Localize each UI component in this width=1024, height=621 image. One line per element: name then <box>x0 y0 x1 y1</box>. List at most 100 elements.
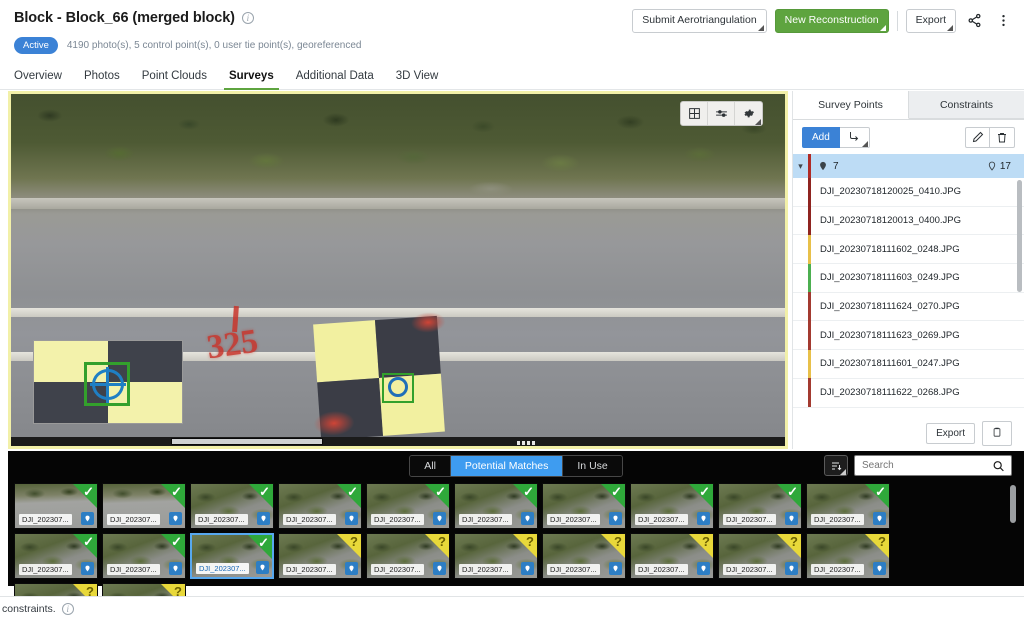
thumbnail-item[interactable]: ? DJI_202307... <box>278 533 362 579</box>
export-button[interactable]: Export <box>905 9 956 33</box>
map-pin-icon[interactable] <box>433 562 446 575</box>
sort-filter-icon[interactable] <box>824 455 848 476</box>
edit-survey-point-button[interactable] <box>965 126 990 148</box>
thumbnail-item[interactable]: ? DJI_202307... <box>806 533 890 579</box>
map-pin-icon[interactable] <box>609 512 622 525</box>
thumbnail-item[interactable]: ✓ DJI_202307... <box>542 483 626 529</box>
tab-3d-view[interactable]: 3D View <box>385 70 450 89</box>
aerial-photo[interactable]: 325 <box>11 94 785 437</box>
map-pin-icon[interactable] <box>433 512 446 525</box>
thumbnail-item[interactable]: ✓ DJI_202307... <box>454 483 538 529</box>
thumbnail-item[interactable]: ✓ DJI_202307... <box>278 483 362 529</box>
panel-tabbar: Survey Points Constraints <box>793 91 1024 120</box>
map-pin-icon[interactable] <box>873 512 886 525</box>
filmstrip-vertical-scrollbar[interactable] <box>1010 485 1016 523</box>
list-item[interactable]: DJI_20230718111602_0248.JPG <box>793 234 1024 265</box>
thumbnail-item[interactable]: ? DJI_202307... <box>366 533 450 579</box>
tab-point-clouds[interactable]: Point Clouds <box>131 70 218 89</box>
filter-segmented-control: All Potential Matches In Use <box>409 455 623 477</box>
map-pin-icon[interactable] <box>873 562 886 575</box>
list-item[interactable]: DJI_20230718120013_0400.JPG <box>793 206 1024 236</box>
thumbnail-item[interactable]: ✓ DJI_202307... <box>14 483 98 529</box>
map-pin-icon[interactable] <box>81 512 94 525</box>
thumbnail-item[interactable]: ✓ DJI_202307... <box>190 483 274 529</box>
thumbnail-item[interactable]: ✓ DJI_202307... <box>718 483 802 529</box>
search-input[interactable] <box>862 460 992 471</box>
survey-point-group-header[interactable]: ▾ 7 17 <box>793 154 1024 178</box>
thumbnail-item[interactable]: ✓ DJI_202307... <box>630 483 714 529</box>
check-icon: ✓ <box>83 534 94 549</box>
thumbnail-item[interactable]: ✓ DJI_202307... <box>102 533 186 579</box>
map-pin-icon[interactable] <box>345 562 358 575</box>
filter-in-use[interactable]: In Use <box>563 456 622 476</box>
tab-additional-data[interactable]: Additional Data <box>285 70 385 89</box>
panel-vertical-scrollbar[interactable] <box>1017 180 1022 292</box>
thumbnail-item[interactable]: ✓ DJI_202307... <box>14 533 98 579</box>
map-pin-icon[interactable] <box>345 512 358 525</box>
map-pin-icon[interactable] <box>257 512 270 525</box>
image-viewer[interactable]: 325 <box>8 91 788 449</box>
thumbnail-item[interactable]: ✓ DJI_202307... <box>806 483 890 529</box>
list-item[interactable]: DJI_20230718111623_0269.JPG <box>793 320 1024 351</box>
tab-survey-points[interactable]: Survey Points <box>793 91 909 119</box>
list-item[interactable]: DJI_20230718111622_0268.JPG <box>793 378 1024 408</box>
map-pin-icon[interactable] <box>521 512 534 525</box>
list-item[interactable]: DJI_20230718111603_0249.JPG <box>793 263 1024 293</box>
import-survey-points-button[interactable] <box>839 126 870 148</box>
viewer-horizontal-scrollbar[interactable] <box>11 437 785 446</box>
settings-gear-icon[interactable] <box>735 102 762 125</box>
map-pin-icon[interactable] <box>697 562 710 575</box>
list-item[interactable]: DJI_20230718111601_0247.JPG <box>793 349 1024 379</box>
map-pin-icon[interactable] <box>256 561 269 574</box>
fit-to-frame-icon[interactable] <box>681 102 708 125</box>
thumbnail-item[interactable]: ✓ DJI_202307... <box>366 483 450 529</box>
filter-all[interactable]: All <box>410 456 451 476</box>
add-survey-point-button[interactable]: Add <box>802 126 840 148</box>
map-pin-icon[interactable] <box>169 562 182 575</box>
thumbnail-item[interactable]: ? DJI_202307... <box>630 533 714 579</box>
panel-export-button[interactable]: Export <box>926 422 975 444</box>
survey-photo-list[interactable]: DJI_20230718120025_0410.JPG DJI_20230718… <box>793 178 1024 412</box>
viewer-resize-grip[interactable] <box>517 441 535 445</box>
import-icon <box>849 131 858 141</box>
photo-name: DJI_20230718120025_0410.JPG <box>820 186 962 198</box>
brightness-slider-icon[interactable] <box>708 102 735 125</box>
list-item[interactable]: DJI_20230718120025_0410.JPG <box>793 178 1024 207</box>
submit-aerotriangulation-button[interactable]: Submit Aerotriangulation <box>632 9 767 33</box>
new-reconstruction-button[interactable]: New Reconstruction <box>774 9 889 33</box>
map-pin-icon[interactable] <box>785 562 798 575</box>
more-vertical-icon[interactable] <box>993 10 1014 31</box>
thumbnail-item-selected[interactable]: ✓ DJI_202307... <box>190 533 274 579</box>
paint-smudge-2 <box>313 409 355 437</box>
map-pin-icon[interactable] <box>697 512 710 525</box>
tab-constraints[interactable]: Constraints <box>909 91 1024 119</box>
copy-to-clipboard-button[interactable] <box>982 420 1012 446</box>
list-item[interactable]: DJI_20230718111624_0270.JPG <box>793 292 1024 322</box>
share-icon[interactable] <box>964 10 985 31</box>
thumbnail-item[interactable]: ? DJI_202307... <box>542 533 626 579</box>
search-box[interactable] <box>854 455 1012 476</box>
tab-surveys[interactable]: Surveys <box>218 70 285 90</box>
map-pin-icon[interactable] <box>609 562 622 575</box>
title-info-icon[interactable]: i <box>241 12 254 24</box>
map-pin-icon[interactable] <box>81 562 94 575</box>
panel-footer: Export <box>793 417 1024 449</box>
status-info-icon[interactable]: i <box>61 603 74 615</box>
chevron-down-icon[interactable]: ▾ <box>793 161 808 172</box>
map-pin-icon[interactable] <box>785 512 798 525</box>
delete-survey-point-button[interactable] <box>990 126 1015 148</box>
map-pin-icon[interactable] <box>521 562 534 575</box>
filter-potential-matches[interactable]: Potential Matches <box>450 456 564 476</box>
map-pin-icon[interactable] <box>169 512 182 525</box>
viewer-toolbar <box>680 101 763 126</box>
header-actions: Submit Aerotriangulation New Reconstruct… <box>632 9 1014 33</box>
thumbnail-label: DJI_202307... <box>196 563 249 574</box>
viewer-scroll-thumb[interactable] <box>171 438 323 445</box>
thumbnail-item[interactable]: ? DJI_202307... <box>454 533 538 579</box>
thumbnail-label: DJI_202307... <box>811 514 864 525</box>
survey-point-marker-ring[interactable] <box>388 377 408 397</box>
thumbnail-item[interactable]: ? DJI_202307... <box>718 533 802 579</box>
tab-overview[interactable]: Overview <box>14 70 73 89</box>
thumbnail-item[interactable]: ✓ DJI_202307... <box>102 483 186 529</box>
tab-photos[interactable]: Photos <box>73 70 131 89</box>
